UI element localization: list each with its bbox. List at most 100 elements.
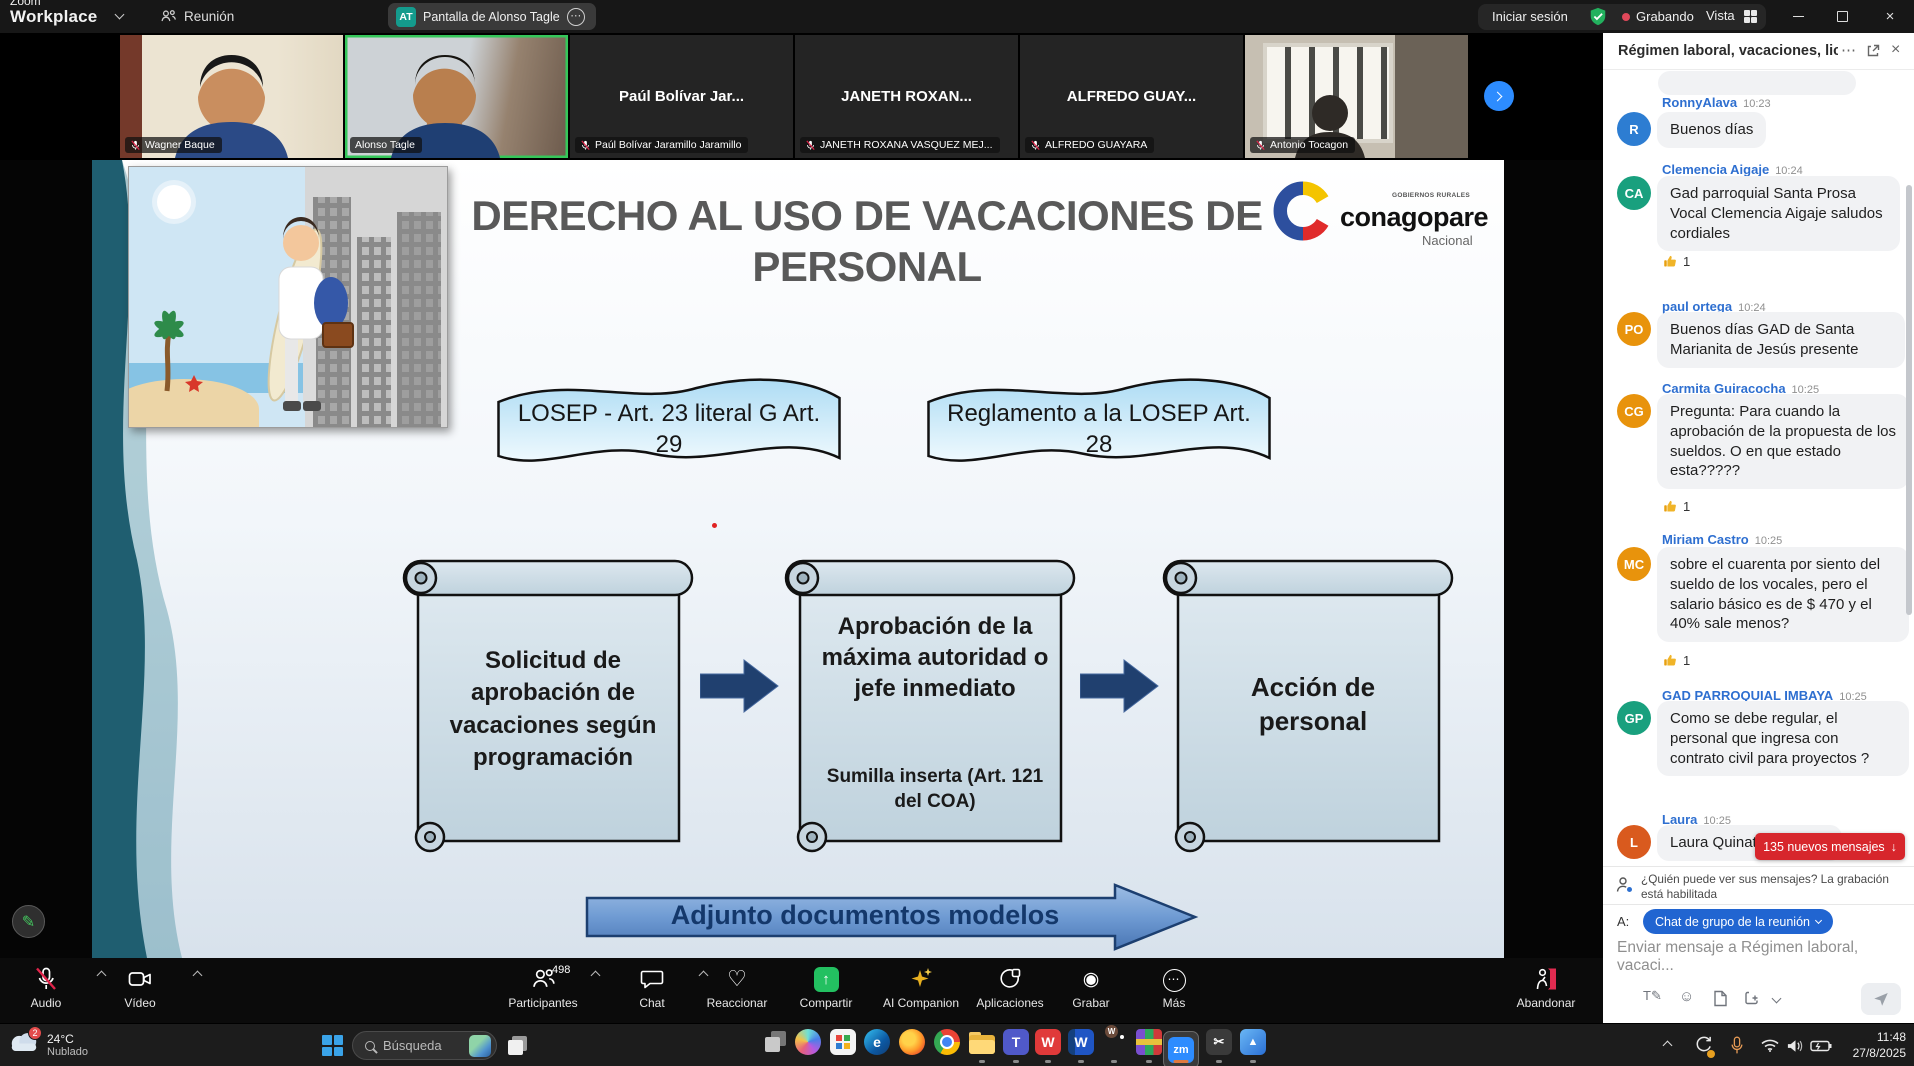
mic-muted-icon: [1255, 140, 1266, 151]
format-text-icon[interactable]: T✎: [1643, 988, 1662, 1004]
snipping-tool-icon[interactable]: ✂: [1204, 1029, 1234, 1063]
microsoft-store-icon[interactable]: [828, 1029, 858, 1063]
minimize-button[interactable]: [1776, 0, 1820, 33]
zoom-app-icon[interactable]: zm: [1166, 1029, 1196, 1063]
next-videos-button[interactable]: [1484, 81, 1514, 111]
avatar: CA: [1617, 176, 1651, 210]
message-bubble: Como se debe regular, el personal que in…: [1657, 701, 1909, 776]
teams-icon[interactable]: T: [1001, 1029, 1031, 1063]
photos-icon[interactable]: ▲: [1238, 1029, 1268, 1063]
presentation-slide: DERECHO AL USO DE VACACIONES DE PERSONAL…: [92, 160, 1504, 958]
volume-icon[interactable]: [1786, 1024, 1805, 1066]
zoom-meeting-window: Zoom Workplace Reunión AT Pantalla de Al…: [0, 0, 1914, 1066]
chat-close-icon[interactable]: ×: [1891, 41, 1900, 59]
app-window-icon[interactable]: [762, 1029, 792, 1063]
sparkles-icon: [908, 965, 935, 992]
reaction-chip[interactable]: 1: [1663, 653, 1690, 668]
notification-badge: 2: [28, 1026, 42, 1040]
edge-icon[interactable]: e: [862, 1029, 892, 1063]
video-tile-antonio[interactable]: Antonio Tocagon: [1245, 35, 1468, 158]
video-tile-alonso[interactable]: Alonso Tagle: [345, 35, 568, 158]
view-grid-icon[interactable]: [1744, 10, 1757, 23]
message-bubble: Buenos días: [1657, 112, 1766, 148]
recording-dot-icon: [1622, 13, 1630, 21]
video-tile-wagner[interactable]: Wagner Baque: [120, 35, 343, 158]
message-sender: RonnyAlava10:23: [1662, 95, 1771, 110]
restore-button[interactable]: [1820, 0, 1864, 33]
screen-capture-icon[interactable]: [1744, 990, 1761, 1006]
chrome-profile-icon[interactable]: W: [1099, 1029, 1129, 1063]
tab-screen-share[interactable]: AT Pantalla de Alonso Tagle ⋯: [388, 3, 596, 30]
video-button[interactable]: Vídeo: [85, 965, 195, 1010]
record-icon: ◉: [1083, 965, 1100, 992]
wps-office-icon[interactable]: W: [1033, 1029, 1063, 1063]
chat-message-input[interactable]: Enviar mensaje a Régimen laboral, vacaci…: [1617, 939, 1914, 975]
chat-recipient-selector[interactable]: Chat de grupo de la reunión: [1643, 909, 1833, 934]
mic-muted-icon: [33, 966, 59, 992]
battery-icon[interactable]: [1810, 1024, 1832, 1066]
message-bubble: Pregunta: Para cuando la aprobación de l…: [1657, 394, 1909, 489]
windows-taskbar: 2 24°C Nublado Búsqueda e T W W W: [0, 1023, 1914, 1066]
file-explorer-icon[interactable]: [967, 1029, 997, 1063]
tab-more-icon[interactable]: ⋯: [567, 8, 585, 26]
sync-update-icon[interactable]: [1694, 1024, 1713, 1066]
chat-more-icon[interactable]: ⋯: [1841, 41, 1856, 59]
video-tile-janeth[interactable]: JANETH ROXAN... JANETH ROXANA VASQUEZ ME…: [795, 35, 1018, 158]
participants-button[interactable]: Participantes 498: [488, 965, 598, 1010]
more-button[interactable]: ⋯ Más: [1119, 965, 1229, 1010]
leave-meeting-button[interactable]: Abandonar: [1491, 965, 1601, 1010]
taskbar-search[interactable]: Búsqueda: [352, 1031, 497, 1060]
pop-out-icon[interactable]: [1866, 44, 1880, 58]
participants-count: 498: [552, 964, 570, 976]
task-view-button[interactable]: [508, 1036, 527, 1055]
chevron-down-icon[interactable]: [1772, 994, 1782, 1004]
annotation-pencil-button[interactable]: ✎: [12, 905, 45, 938]
chrome-icon[interactable]: [932, 1029, 962, 1063]
mic-muted-icon: [805, 140, 816, 151]
avatar: L: [1617, 825, 1651, 859]
scroll-solicitud: Solicitud de aprobación de vacaciones se…: [398, 553, 698, 858]
people-icon: [160, 8, 177, 24]
palm-tree-graphic: [133, 307, 203, 393]
flow-arrow-icon: [1080, 658, 1160, 714]
tray-expand-chevron[interactable]: [1664, 1024, 1671, 1066]
share-screen-button[interactable]: ↑ Compartir: [771, 965, 881, 1010]
wifi-icon[interactable]: [1760, 1024, 1780, 1066]
close-button[interactable]: ×: [1868, 0, 1912, 33]
copilot-icon[interactable]: [793, 1029, 823, 1063]
emoji-icon[interactable]: ☺: [1679, 988, 1694, 1005]
to-label: A:: [1617, 914, 1629, 929]
send-message-button[interactable]: [1861, 983, 1901, 1015]
divider: [1603, 866, 1914, 867]
winrar-icon[interactable]: [1134, 1029, 1164, 1063]
avatar: GP: [1617, 701, 1651, 735]
weather-condition: Nublado: [47, 1046, 88, 1058]
clock-widget[interactable]: 11:48 27/8/2025: [1836, 1029, 1906, 1061]
scroll-aprobacion: Aprobación de la máxima autoridad o jefe…: [780, 553, 1080, 858]
mic-in-use-icon[interactable]: [1730, 1024, 1744, 1066]
mic-muted-icon: [580, 140, 591, 151]
firefox-icon[interactable]: [897, 1029, 927, 1063]
view-button[interactable]: Vista: [1706, 8, 1735, 23]
sign-in-button[interactable]: Iniciar sesión: [1492, 9, 1568, 24]
tab-reunion[interactable]: Reunión: [184, 9, 234, 24]
reaction-chip[interactable]: 1: [1663, 499, 1690, 514]
new-messages-badge[interactable]: 135 nuevos mensajes ↓: [1755, 833, 1905, 860]
traveler-graphic: [237, 195, 367, 427]
mic-muted-icon: [130, 140, 141, 151]
weather-widget[interactable]: 2 24°C Nublado: [8, 1030, 88, 1060]
security-shield-icon[interactable]: [1588, 6, 1608, 27]
avatar: R: [1617, 112, 1651, 146]
chevron-down-icon[interactable]: [115, 10, 125, 20]
video-tile-paul[interactable]: Paúl Bolívar Jar... Paúl Bolívar Jaramil…: [570, 35, 793, 158]
privacy-person-icon: [1615, 875, 1635, 895]
participant-name-label: JANETH ROXANA VASQUEZ MEJ...: [800, 137, 1000, 153]
video-tile-alfredo[interactable]: ALFREDO GUAY... ALFREDO GUAYARA: [1020, 35, 1243, 158]
word-icon[interactable]: W: [1066, 1029, 1096, 1063]
chat-scrollbar[interactable]: [1906, 185, 1912, 615]
thumbs-up-icon: [1663, 499, 1678, 514]
heart-icon: ♡: [727, 965, 747, 992]
start-button[interactable]: [322, 1035, 343, 1056]
file-attach-icon[interactable]: [1713, 990, 1728, 1007]
reaction-chip[interactable]: 1: [1663, 254, 1690, 269]
